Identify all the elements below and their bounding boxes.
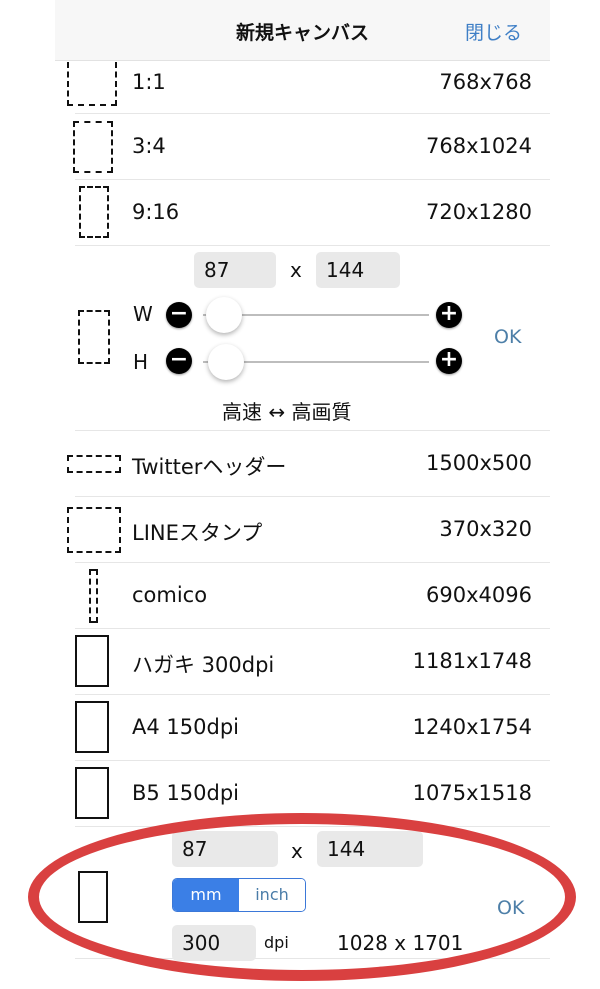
solid-portrait-icon [75,701,109,753]
w-minus-button[interactable]: − [166,302,192,328]
w-label: W [133,302,153,326]
height-input[interactable]: 144 [316,252,400,288]
preset-row-hagaki[interactable]: ハガキ 300dpi 1181x1748 [75,629,550,695]
preset-label: ハガキ 300dpi [132,653,275,677]
preset-row-line[interactable]: LINEスタンプ 370x320 [67,497,550,563]
preset-size: 370x320 [439,517,532,541]
preset-row-a4[interactable]: A4 150dpi 1240x1754 [75,695,550,761]
width-input[interactable]: 87 [194,252,276,288]
preset-size: 690x4096 [426,583,532,607]
h-slider-thumb[interactable] [208,344,244,380]
preset-label: B5 150dpi [132,781,240,805]
dashed-strip-icon [89,569,98,623]
solid-portrait-icon [75,767,109,819]
preset-label: comico [132,583,208,607]
dashed-wide-icon [67,455,121,473]
preset-label: 9:16 [132,200,180,224]
close-button[interactable]: 閉じる [465,18,522,45]
h-plus-button[interactable]: + [436,348,462,374]
preset-label: 3:4 [132,134,166,158]
w-plus-button[interactable]: + [436,302,462,328]
preset-row-twitter[interactable]: Twitterヘッダー 1500x500 [67,431,550,497]
ok-button[interactable]: OK [494,326,521,348]
h-label: H [133,350,149,374]
preset-row-1-1[interactable]: 1:1 768x768 [67,60,550,114]
preset-size: 1240x1754 [412,715,532,739]
preset-row-comico[interactable]: comico 690x4096 [75,563,550,629]
dashed-tall-icon [79,186,109,238]
custom-pixel-row: 87 x 144 W − + H − + OK 高速 ↔ 高画質 [75,246,550,431]
preset-row-3-4[interactable]: 3:4 768x1024 [73,114,550,180]
preset-label: 1:1 [132,70,166,94]
red-annotation-ellipse [28,813,576,981]
preset-label: A4 150dpi [132,715,239,739]
nav-header: 新規キャンバス 閉じる [55,0,550,61]
preset-label: LINEスタンプ [132,521,263,545]
preset-size: 768x768 [439,70,532,94]
dashed-square-icon [67,507,121,553]
preset-size: 1181x1748 [412,649,532,673]
preset-size: 1075x1518 [412,781,532,805]
preset-row-9-16[interactable]: 9:16 720x1280 [75,180,550,246]
dashed-square-icon [67,62,117,106]
preset-label: Twitterヘッダー [132,455,287,479]
dashed-portrait-icon [73,121,113,173]
quality-label: 高速 ↔ 高画質 [222,400,352,424]
solid-portrait-icon [75,635,109,687]
times-label: x [290,258,302,282]
preset-size: 1500x500 [426,451,532,475]
dashed-portrait-icon [78,310,110,364]
preset-size: 720x1280 [426,200,532,224]
w-slider-thumb[interactable] [206,297,242,333]
preset-size: 768x1024 [426,134,532,158]
h-minus-button[interactable]: − [166,348,192,374]
